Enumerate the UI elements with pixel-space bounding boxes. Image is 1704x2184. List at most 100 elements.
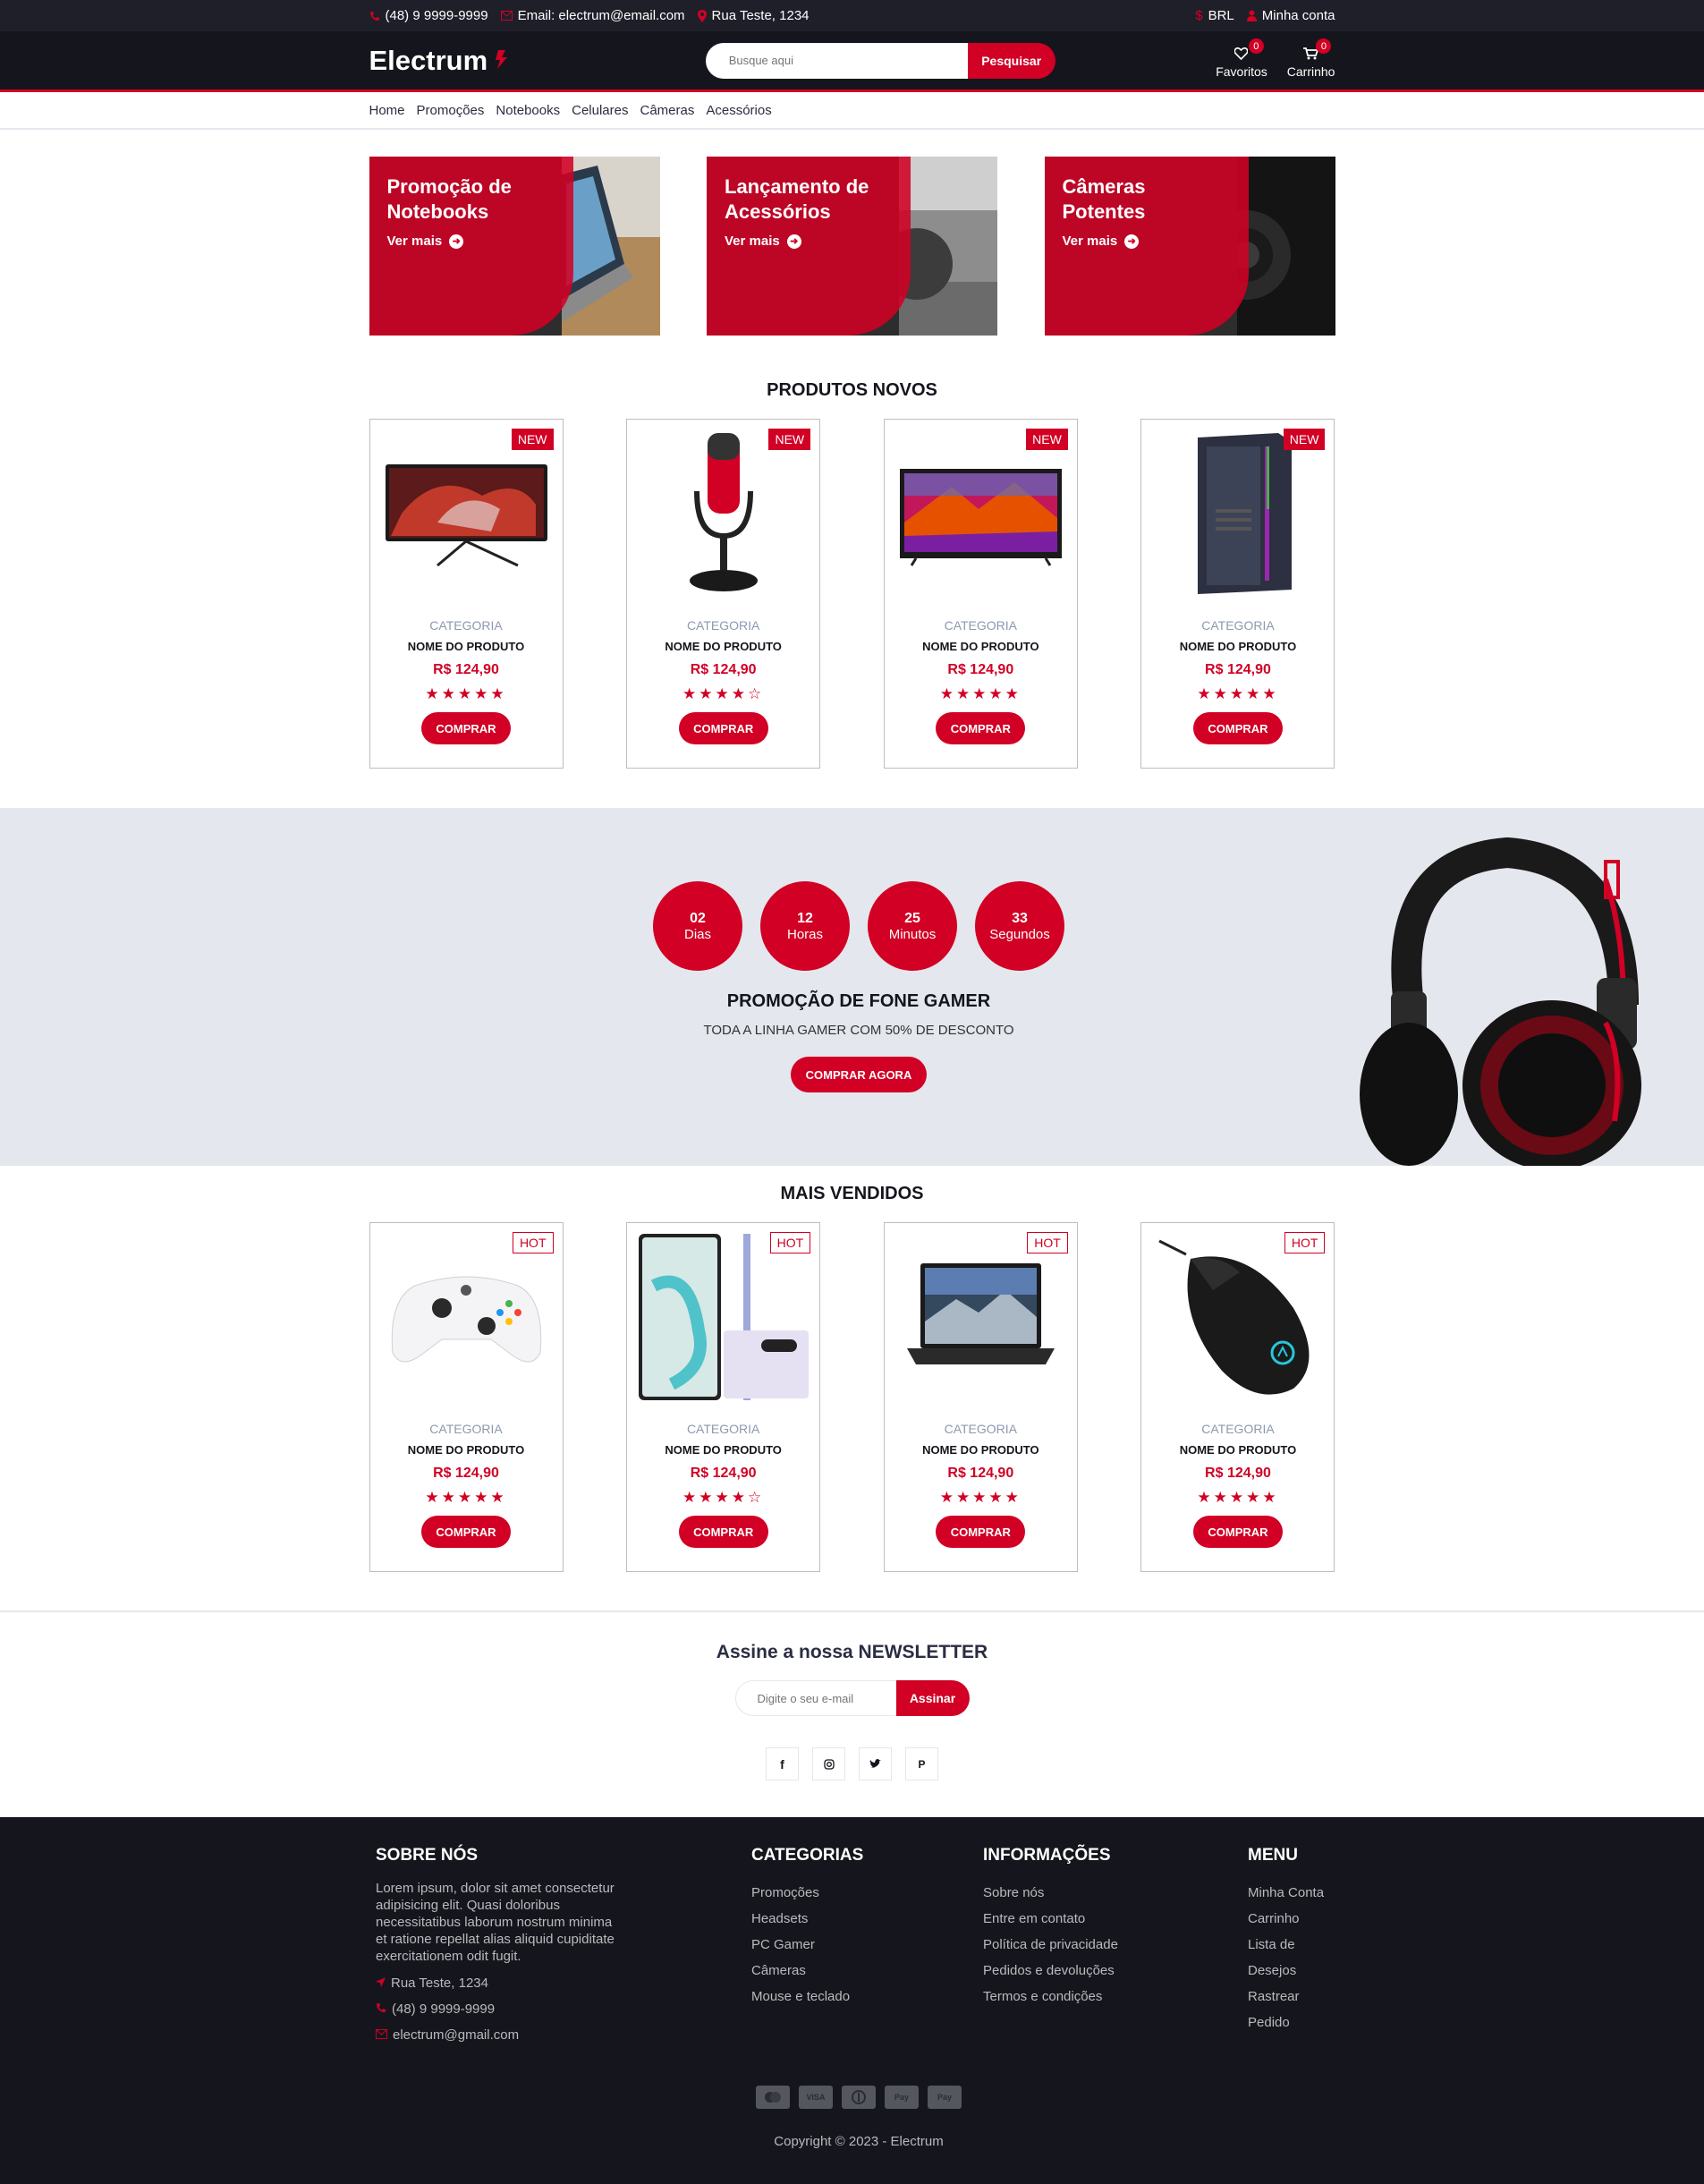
- nav-celulares[interactable]: Celulares: [572, 103, 628, 118]
- arrow-right-icon: ➜: [1124, 234, 1140, 249]
- cart-button[interactable]: Carrinho 0: [1287, 38, 1335, 79]
- footer-link[interactable]: Lista de Desejos: [1248, 1932, 1342, 1984]
- subscribe-button[interactable]: Assinar: [895, 1680, 970, 1716]
- footer-link[interactable]: Pedidos e devoluções: [983, 1958, 1118, 1984]
- arrow-right-icon: ➜: [786, 234, 801, 249]
- footer-link[interactable]: Política de privacidade: [983, 1932, 1118, 1958]
- currency-selector[interactable]: $ BRL: [1195, 8, 1234, 23]
- nav-notebooks[interactable]: Notebooks: [496, 103, 560, 118]
- product-card[interactable]: NEW CATEGORIA NOME DO PRODUTO R$ 124,90 …: [1140, 419, 1335, 769]
- product-name[interactable]: NOME DO PRODUTO: [370, 640, 563, 653]
- product-card[interactable]: NEW CATEGORIA NOME DO PRODUTO R$ 124,90 …: [883, 419, 1078, 769]
- buy-button[interactable]: COMPRAR: [1192, 1516, 1283, 1548]
- product-name[interactable]: NOME DO PRODUTO: [627, 1443, 819, 1457]
- product-category: CATEGORIA: [686, 618, 760, 633]
- footer-link[interactable]: Câmeras: [751, 1958, 863, 1984]
- buy-button[interactable]: COMPRAR: [678, 1516, 768, 1548]
- banner-acessorios[interactable]: Lançamento de Acessórios Ver mais ➜: [707, 157, 997, 336]
- banner-link[interactable]: Ver mais ➜: [1063, 234, 1140, 249]
- product-price: R$ 124,90: [1205, 662, 1271, 677]
- pinterest-icon[interactable]: P: [905, 1747, 938, 1780]
- topbar-phone[interactable]: (48) 9 9999-9999: [369, 8, 488, 23]
- banner-title: Câmeras Potentes: [1062, 175, 1146, 223]
- product-card[interactable]: NEW CATEGORIA NOME DO PRODUTO R$ 124,90 …: [369, 419, 564, 769]
- footer-link[interactable]: Rastrear Pedido: [1248, 1984, 1342, 2035]
- headphones-photo-image: [899, 157, 997, 336]
- nav-acessorios[interactable]: Acessórios: [706, 103, 771, 118]
- envelope-icon: [500, 11, 513, 21]
- logo[interactable]: Electrum: [369, 45, 510, 77]
- banner-cameras[interactable]: Câmeras Potentes Ver mais ➜: [1044, 157, 1335, 336]
- footer-link[interactable]: Sobre nós: [983, 1880, 1118, 1906]
- nav-cameras[interactable]: Câmeras: [640, 103, 694, 118]
- heart-icon: [1233, 47, 1250, 63]
- payment-methods: VISA Pay Pay: [0, 2086, 1704, 2109]
- footer-link[interactable]: Headsets: [751, 1906, 863, 1932]
- envelope-icon: [376, 2022, 387, 2048]
- footer-email[interactable]: electrum@gmail.com: [376, 2022, 617, 2048]
- rating-stars: ★★★★★: [1197, 1489, 1279, 1506]
- product-card[interactable]: HOT CATEGORIA NOME DO PRODUTO R$ 124,90 …: [369, 1222, 564, 1572]
- my-account-link[interactable]: Minha conta: [1246, 8, 1335, 23]
- instagram-icon[interactable]: [812, 1747, 845, 1780]
- topbar-address[interactable]: Rua Teste, 1234: [697, 8, 810, 23]
- facebook-icon[interactable]: f: [766, 1747, 799, 1780]
- favorites-count-badge: 0: [1248, 38, 1264, 54]
- product-price: R$ 124,90: [947, 662, 1014, 677]
- buy-button[interactable]: COMPRAR: [421, 712, 511, 744]
- product-price: R$ 124,90: [690, 662, 757, 677]
- arrow-right-icon: ➜: [449, 234, 464, 249]
- product-card[interactable]: HOT CATEGORIA NOME DO PRODUTO R$ 124,90 …: [1140, 1222, 1335, 1572]
- product-name[interactable]: NOME DO PRODUTO: [1141, 640, 1334, 653]
- product-name[interactable]: NOME DO PRODUTO: [627, 640, 819, 653]
- pc-case-icon: [1150, 429, 1325, 599]
- banner-link[interactable]: Ver mais ➜: [387, 234, 464, 249]
- footer-link[interactable]: Minha Conta: [1248, 1880, 1342, 1906]
- nav-home[interactable]: Home: [369, 103, 405, 118]
- footer-link[interactable]: Promoções: [751, 1880, 863, 1906]
- headset-image: [1360, 837, 1641, 1166]
- buy-button[interactable]: COMPRAR: [678, 712, 768, 744]
- footer-heading: CATEGORIAS: [751, 1846, 864, 1865]
- footer-link[interactable]: Entre em contato: [983, 1906, 1118, 1932]
- buy-button[interactable]: COMPRAR: [936, 712, 1026, 744]
- newsletter-form: Assinar: [0, 1680, 1704, 1716]
- hot-badge: HOT: [769, 1232, 811, 1253]
- banner-section: Promoção de Notebooks Ver mais ➜ Lançamen…: [0, 157, 1704, 336]
- banner-link[interactable]: Ver mais ➜: [725, 234, 801, 249]
- smartphone-icon: [636, 1232, 810, 1402]
- product-card[interactable]: HOT CATEGORIA NOME DO PRODUTO R$ 124,90 …: [883, 1222, 1078, 1572]
- product-category: CATEGORIA: [429, 1422, 503, 1436]
- product-name[interactable]: NOME DO PRODUTO: [1141, 1443, 1334, 1457]
- banner-notebooks[interactable]: Promoção de Notebooks Ver mais ➜: [369, 157, 660, 336]
- product-price: R$ 124,90: [433, 662, 499, 677]
- footer-link[interactable]: Termos e condições: [983, 1984, 1118, 2010]
- twitter-icon[interactable]: [859, 1747, 892, 1780]
- product-name[interactable]: NOME DO PRODUTO: [370, 1443, 563, 1457]
- product-name[interactable]: NOME DO PRODUTO: [885, 1443, 1077, 1457]
- footer-link[interactable]: Mouse e teclado: [751, 1984, 863, 2010]
- newsletter-email-input[interactable]: [734, 1680, 896, 1716]
- newsletter-title-prefix: Assine a nossa: [716, 1642, 859, 1662]
- nav-promocoes[interactable]: Promoções: [417, 103, 485, 118]
- product-card[interactable]: HOT CATEGORIA NOME DO PRODUTO R$ 124,90 …: [626, 1222, 821, 1572]
- footer-link[interactable]: Carrinho: [1248, 1906, 1342, 1932]
- topbar-phone-text: (48) 9 9999-9999: [385, 8, 488, 23]
- search-button[interactable]: Pesquisar: [967, 42, 1055, 79]
- product-name[interactable]: NOME DO PRODUTO: [885, 640, 1077, 653]
- buy-now-button[interactable]: COMPRAR AGORA: [791, 1057, 927, 1092]
- buy-button[interactable]: COMPRAR: [936, 1516, 1026, 1548]
- footer-address: Rua Teste, 1234: [376, 1970, 617, 1996]
- favorites-button[interactable]: Favoritos 0: [1216, 38, 1267, 79]
- footer: SOBRE NÓS Lorem ipsum, dolor sit amet co…: [0, 1817, 1704, 2184]
- tv-icon: [894, 429, 1068, 599]
- topbar-email[interactable]: Email: electrum@email.com: [500, 8, 685, 23]
- laptop-photo-image: [561, 157, 660, 336]
- product-card[interactable]: NEW CATEGORIA NOME DO PRODUTO R$ 124,90 …: [626, 419, 821, 769]
- footer-link[interactable]: PC Gamer: [751, 1932, 863, 1958]
- buy-button[interactable]: COMPRAR: [421, 1516, 511, 1548]
- microphone-icon: [636, 429, 810, 599]
- search-input[interactable]: [705, 42, 968, 79]
- new-badge: NEW: [1026, 429, 1068, 450]
- buy-button[interactable]: COMPRAR: [1192, 712, 1283, 744]
